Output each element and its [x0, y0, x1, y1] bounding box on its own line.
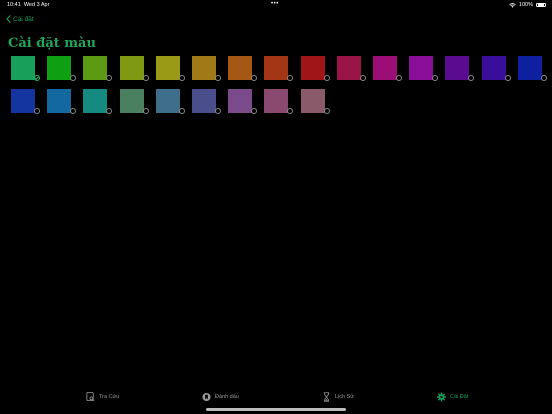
- color-radio[interactable]: [70, 108, 77, 114]
- tab-danh-dau[interactable]: Đánh dấu: [202, 392, 239, 402]
- tab-bar: Tra Cứu Đánh dấu Lịch Sử Cài Đặt: [0, 386, 552, 414]
- color-radio[interactable]: [34, 108, 40, 114]
- multitasking-dots-icon[interactable]: •••: [271, 1, 279, 7]
- color-swatch[interactable]: [300, 56, 325, 80]
- color-radio[interactable]: [70, 75, 77, 81]
- color-radio[interactable]: [106, 108, 113, 114]
- search-book-icon: [86, 392, 95, 402]
- color-radio[interactable]: [323, 75, 330, 81]
- color-radio[interactable]: [215, 108, 221, 114]
- color-radio[interactable]: [468, 75, 475, 81]
- color-swatch[interactable]: [192, 89, 216, 113]
- tab-tra-cuu[interactable]: Tra Cứu: [86, 392, 119, 402]
- page-title: Cài đặt màu: [8, 36, 96, 51]
- back-button[interactable]: Cài đặt: [6, 15, 34, 23]
- color-swatch[interactable]: [373, 56, 397, 80]
- color-radio[interactable]: [215, 75, 221, 81]
- status-bar: 10:41 Wed 3 Apr ••• 100%: [0, 0, 552, 10]
- color-radio[interactable]: [106, 75, 113, 81]
- color-radio[interactable]: [504, 75, 511, 81]
- color-radio[interactable]: [178, 75, 185, 81]
- tab-label: Tra Cứu: [99, 394, 120, 400]
- color-swatch[interactable]: [47, 89, 72, 113]
- tab-cai-dat[interactable]: Cài Đặt: [437, 392, 468, 402]
- color-swatch[interactable]: [481, 56, 506, 80]
- color-swatch[interactable]: [155, 56, 180, 80]
- status-date: Wed 3 Apr: [23, 2, 50, 8]
- color-swatch[interactable]: [11, 56, 35, 80]
- color-swatch[interactable]: [119, 56, 144, 80]
- back-label: Cài đặt: [13, 15, 34, 23]
- color-swatch[interactable]: [445, 56, 470, 80]
- color-swatch[interactable]: [300, 89, 325, 113]
- status-right: 100%: [509, 2, 546, 8]
- color-radio[interactable]: [178, 108, 185, 114]
- color-swatch[interactable]: [336, 56, 361, 80]
- tab-lich-su[interactable]: Lịch Sử: [322, 392, 354, 402]
- color-swatch[interactable]: [264, 89, 289, 113]
- bookmark-icon: [202, 392, 211, 402]
- color-swatch[interactable]: [47, 56, 72, 80]
- gear-icon: [437, 392, 446, 402]
- color-radio[interactable]: [142, 108, 149, 114]
- color-radio[interactable]: [323, 108, 330, 114]
- color-radio[interactable]: [432, 75, 439, 81]
- color-swatch[interactable]: [409, 56, 434, 80]
- color-swatch[interactable]: [83, 56, 108, 80]
- color-radio[interactable]: [142, 75, 149, 81]
- color-swatch[interactable]: [517, 56, 542, 80]
- tab-label: Cài Đặt: [450, 394, 469, 400]
- status-time: 10:41 Wed 3 Apr: [7, 2, 50, 8]
- color-swatch[interactable]: [155, 89, 180, 113]
- color-radio[interactable]: [540, 75, 547, 81]
- color-swatch[interactable]: [119, 89, 144, 113]
- color-swatch[interactable]: [264, 56, 289, 80]
- color-radio[interactable]: [251, 108, 258, 114]
- tab-label: Đánh dấu: [215, 394, 239, 400]
- color-swatch[interactable]: [228, 56, 253, 80]
- tab-label: Lịch Sử: [335, 394, 354, 400]
- color-swatch[interactable]: [192, 56, 216, 80]
- wifi-icon: [509, 2, 516, 8]
- color-swatch[interactable]: [228, 89, 253, 113]
- home-indicator[interactable]: [206, 408, 346, 411]
- color-swatch[interactable]: [11, 89, 35, 113]
- color-radio[interactable]: [359, 75, 366, 81]
- battery-percent: 100%: [518, 2, 533, 8]
- chevron-left-icon: [6, 15, 11, 23]
- color-radio[interactable]: [287, 75, 294, 81]
- color-radio[interactable]: [251, 75, 258, 81]
- battery-icon: [536, 2, 546, 8]
- color-radio[interactable]: [396, 75, 402, 81]
- hourglass-icon: [323, 392, 330, 402]
- selected-checkmark-icon[interactable]: [34, 75, 40, 81]
- color-swatch[interactable]: [83, 89, 108, 113]
- color-radio[interactable]: [287, 108, 294, 114]
